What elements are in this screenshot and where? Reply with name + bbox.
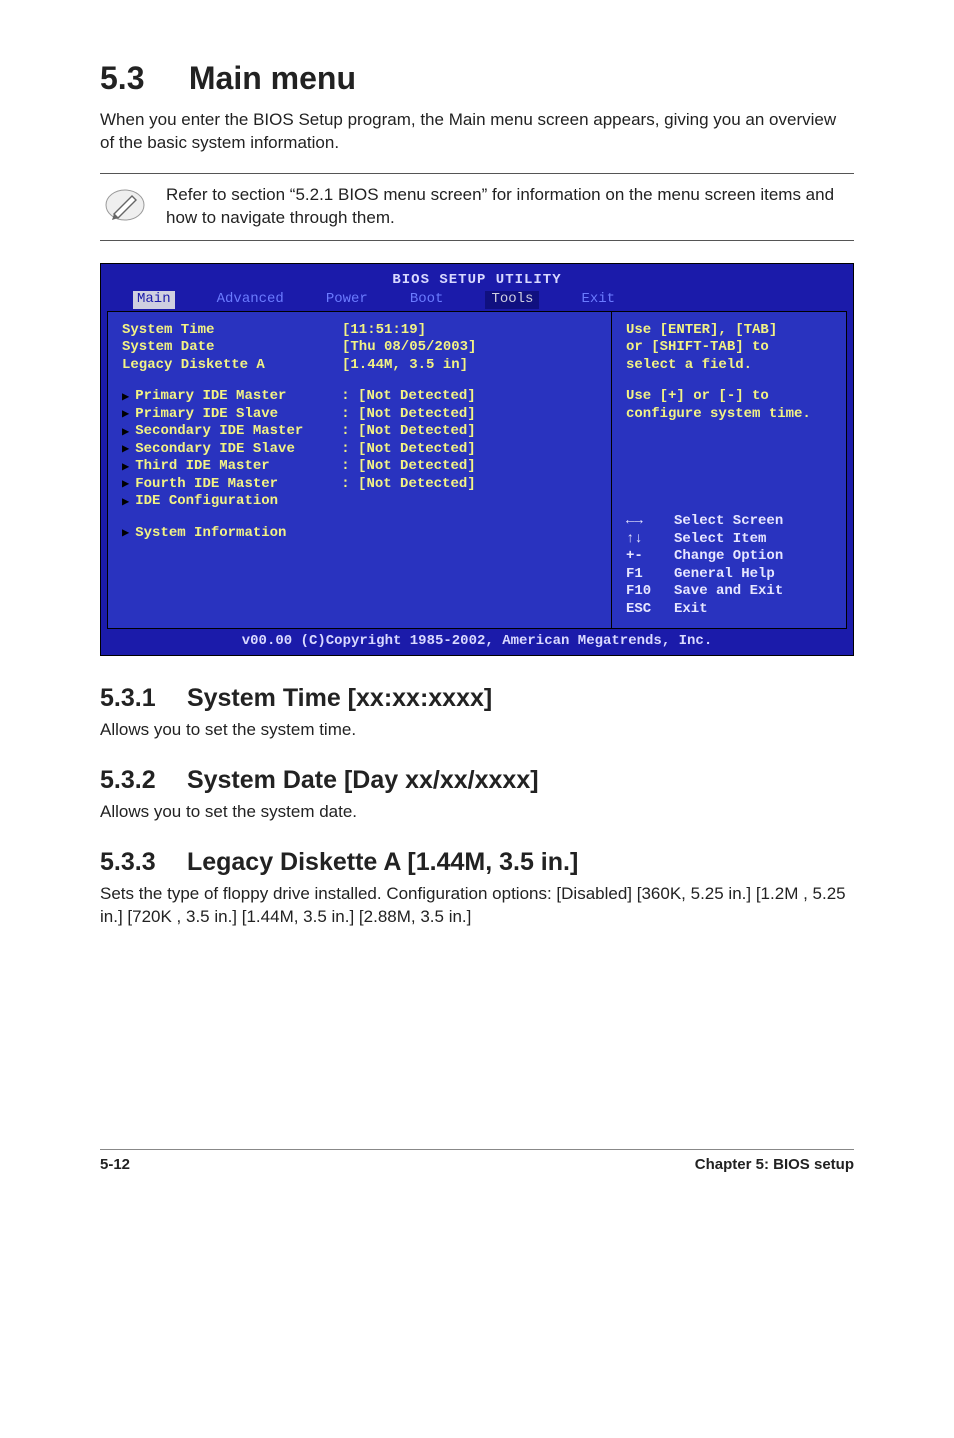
pencil-icon xyxy=(104,184,146,226)
nav-text: Change Option xyxy=(674,548,783,566)
bios-right-pane: Use [ENTER], [TAB] or [SHIFT-TAB] to sel… xyxy=(612,311,847,630)
section-number: 5.3 xyxy=(100,60,180,97)
bios-menubar: Main Advanced Power Boot Tools Exit xyxy=(107,291,847,309)
submenu-secondary-ide-master: Secondary IDE Master xyxy=(135,423,341,441)
chevron-right-icon: ▶ xyxy=(122,390,129,405)
tab-boot: Boot xyxy=(410,291,444,309)
subsection-title: System Date [Day xx/xx/xxxx] xyxy=(187,766,539,794)
nav-text: Save and Exit xyxy=(674,583,783,601)
nav-text: Exit xyxy=(674,601,708,619)
note-text: Refer to section “5.2.1 BIOS menu screen… xyxy=(166,184,854,230)
section-heading: 5.3 Main menu xyxy=(100,60,854,97)
page-number: 5-12 xyxy=(100,1156,130,1173)
note-box: Refer to section “5.2.1 BIOS menu screen… xyxy=(100,173,854,241)
bios-title: BIOS SETUP UTILITY xyxy=(107,272,847,290)
submenu-primary-ide-slave: Primary IDE Slave xyxy=(135,406,341,424)
submenu-fourth-ide-master: Fourth IDE Master xyxy=(135,476,341,494)
submenu-primary-ide-slave-val: : [Not Detected] xyxy=(341,406,475,424)
submenu-secondary-ide-slave-val: : [Not Detected] xyxy=(341,441,475,459)
submenu-fourth-ide-master-val: : [Not Detected] xyxy=(341,476,475,494)
tab-exit: Exit xyxy=(581,291,615,309)
nav-key: F1 xyxy=(626,566,674,584)
subsection-number: 5.3.2 xyxy=(100,766,180,795)
subsection-number: 5.3.1 xyxy=(100,684,180,713)
subsection-number: 5.3.3 xyxy=(100,848,180,877)
section-title-text: Main menu xyxy=(189,60,356,96)
chevron-right-icon: ▶ xyxy=(122,407,129,422)
row-system-time-value: [11:51:19] xyxy=(342,322,597,340)
submenu-primary-ide-master: Primary IDE Master xyxy=(135,388,341,406)
intro-paragraph: When you enter the BIOS Setup program, t… xyxy=(100,109,854,155)
chevron-right-icon: ▶ xyxy=(122,526,129,541)
nav-key: ESC xyxy=(626,601,674,619)
nav-text: Select Item xyxy=(674,531,766,549)
tab-advanced: Advanced xyxy=(217,291,284,309)
nav-key: ↑↓ xyxy=(626,531,674,549)
subsection-body: Allows you to set the system time. xyxy=(100,719,854,742)
row-legacy-diskette-label: Legacy Diskette A xyxy=(122,357,342,375)
chevron-right-icon: ▶ xyxy=(122,460,129,475)
bios-nav-hints: ←→Select Screen ↑↓Select Item +-Change O… xyxy=(626,513,832,618)
tab-main: Main xyxy=(133,291,175,309)
bios-help-line: Use [ENTER], [TAB] xyxy=(626,322,832,340)
subsection-title: Legacy Diskette A [1.44M, 3.5 in.] xyxy=(187,848,578,876)
nav-key: ←→ xyxy=(626,513,674,531)
chevron-right-icon: ▶ xyxy=(122,425,129,440)
tab-power: Power xyxy=(326,291,368,309)
submenu-third-ide-master-val: : [Not Detected] xyxy=(341,458,475,476)
bios-left-pane: System Time[11:51:19] System Date[Thu 08… xyxy=(107,311,612,630)
row-system-date-label: System Date xyxy=(122,339,342,357)
subsection-heading: 5.3.3 Legacy Diskette A [1.44M, 3.5 in.] xyxy=(100,848,854,877)
tab-tools: Tools xyxy=(485,291,539,309)
nav-text: General Help xyxy=(674,566,775,584)
subsection-body: Sets the type of floppy drive installed.… xyxy=(100,883,854,929)
chevron-right-icon: ▶ xyxy=(122,442,129,457)
page-footer: 5-12 Chapter 5: BIOS setup xyxy=(100,1149,854,1173)
bios-help-line: select a field. xyxy=(626,357,832,375)
submenu-secondary-ide-slave: Secondary IDE Slave xyxy=(135,441,341,459)
bios-help-line: Use [+] or [-] to xyxy=(626,388,832,406)
row-legacy-diskette-value: [1.44M, 3.5 in] xyxy=(342,357,597,375)
submenu-third-ide-master: Third IDE Master xyxy=(135,458,341,476)
subsection-title: System Time [xx:xx:xxxx] xyxy=(187,684,492,712)
row-system-date-value: [Thu 08/05/2003] xyxy=(342,339,597,357)
chapter-prefix: Chapter 5: xyxy=(695,1156,773,1173)
bios-screenshot: BIOS SETUP UTILITY Main Advanced Power B… xyxy=(100,263,854,656)
bios-footer: v00.00 (C)Copyright 1985-2002, American … xyxy=(107,629,847,655)
chevron-right-icon: ▶ xyxy=(122,477,129,492)
chapter-title: BIOS setup xyxy=(773,1156,854,1173)
bios-help-line: configure system time. xyxy=(626,406,832,424)
row-system-time-label: System Time xyxy=(122,322,342,340)
nav-key: +- xyxy=(626,548,674,566)
nav-text: Select Screen xyxy=(674,513,783,531)
bios-help-line: or [SHIFT-TAB] to xyxy=(626,339,832,357)
submenu-primary-ide-master-val: : [Not Detected] xyxy=(341,388,475,406)
subsection-heading: 5.3.1 System Time [xx:xx:xxxx] xyxy=(100,684,854,713)
chapter-label: Chapter 5: BIOS setup xyxy=(695,1156,854,1173)
subsection-heading: 5.3.2 System Date [Day xx/xx/xxxx] xyxy=(100,766,854,795)
nav-key: F10 xyxy=(626,583,674,601)
chevron-right-icon: ▶ xyxy=(122,495,129,510)
subsection-body: Allows you to set the system date. xyxy=(100,801,854,824)
submenu-ide-configuration: IDE Configuration xyxy=(135,493,341,511)
submenu-system-information: System Information xyxy=(135,525,341,543)
submenu-secondary-ide-master-val: : [Not Detected] xyxy=(341,423,475,441)
